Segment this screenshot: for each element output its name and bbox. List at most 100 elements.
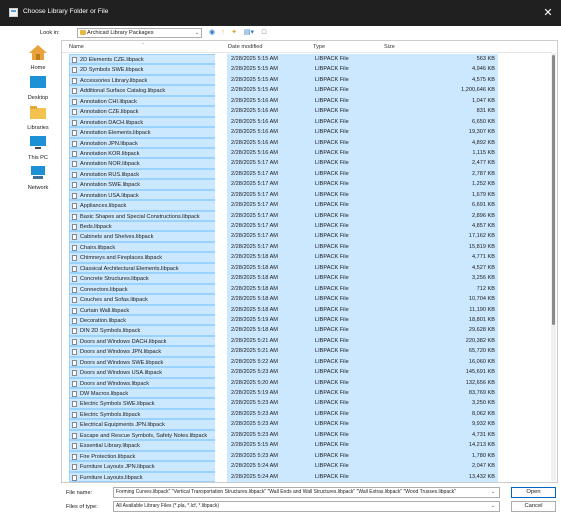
column-name[interactable]: Name <box>69 44 84 50</box>
file-row[interactable]: Furniture Layouts.libpack 2/28/2025 5:24 … <box>69 471 501 482</box>
file-row[interactable]: Curtain Wall.libpack 2/28/2025 5:18 AM LIB… <box>69 304 501 315</box>
preview-button[interactable]: □ <box>259 28 269 38</box>
file-row[interactable]: Connectors.libpack 2/28/2025 5:18 AM LIBPA… <box>69 283 501 295</box>
file-date-cell: 2/28/2025 5:15 AM <box>227 74 311 86</box>
file-name-cell: Annotation Elements.libpack <box>69 127 215 138</box>
file-icon <box>72 276 77 283</box>
file-row[interactable]: Classical Architectural Elements.libpack… <box>69 262 501 274</box>
file-row[interactable]: Annotation SWE.libpack 2/28/2025 5:17 AM L… <box>69 179 501 190</box>
file-row[interactable]: Doors and Windows JPN.libpack 2/28/2025 5… <box>69 346 501 357</box>
file-row[interactable]: Annotation DACH.libpack 2/28/2025 5:16 AM… <box>69 116 501 128</box>
file-date-cell: 2/28/2025 5:15 AM <box>227 64 311 75</box>
place-desktop[interactable]: Desktop <box>22 74 54 101</box>
close-button[interactable]: ✕ <box>535 0 561 26</box>
file-row[interactable]: Annotation Elements.libpack 2/28/2025 5:1… <box>69 127 501 138</box>
file-date-cell: 2/28/2025 5:23 AM <box>227 429 311 441</box>
file-row[interactable]: Fire Protection.libpack 2/28/2025 5:23 AM… <box>69 450 501 462</box>
file-row[interactable]: Electric Symbols SWE.libpack 2/28/2025 5:… <box>69 398 501 409</box>
file-name-cell: Annotation CZE.libpack <box>69 106 215 117</box>
file-row[interactable]: Doors and Windows SWE.libpack 2/28/2025 5… <box>69 356 501 368</box>
file-icon <box>72 161 77 168</box>
file-list[interactable]: ^ Name Date modified Type Size 2D Elemen… <box>61 40 558 483</box>
file-name-text: Annotation NOR.libpack <box>80 161 140 168</box>
up-folder-button[interactable]: ↑ <box>218 28 228 38</box>
file-row[interactable]: Concrete Structures.libpack 2/28/2025 5:1… <box>69 273 501 284</box>
file-size-cell: 18,801 KB <box>385 314 498 326</box>
vertical-scrollbar[interactable] <box>551 53 556 481</box>
file-row[interactable]: Essential Library.libpack 2/28/2025 5:15 … <box>69 440 501 451</box>
file-name-text: Escape and Rescue Symbols, Safety Notes.… <box>80 432 208 439</box>
place-libraries[interactable]: Libraries <box>22 104 54 131</box>
file-size-cell: 1,252 KB <box>385 179 498 190</box>
file-row[interactable]: DW Macros.libpack 2/28/2025 5:19 AM LIBPAC… <box>69 388 501 399</box>
open-button[interactable]: Open <box>511 487 556 498</box>
chevron-down-icon[interactable]: ⌄ <box>491 501 495 512</box>
chevron-down-icon[interactable]: ⌄ <box>491 487 495 498</box>
column-type[interactable]: Type <box>313 44 325 50</box>
file-row[interactable]: Annotation KOR.libpack 2/28/2025 5:16 AM L… <box>69 147 501 159</box>
column-date-modified[interactable]: Date modified <box>228 44 263 50</box>
file-type-cell: LIBPACK File <box>311 440 385 451</box>
file-date-cell: 2/28/2025 5:16 AM <box>227 106 311 117</box>
file-size-cell: 712 KB <box>385 283 498 295</box>
place-network[interactable]: Network <box>22 164 54 191</box>
file-row[interactable]: Cabinets and Shelves.libpack 2/28/2025 5:… <box>69 231 501 242</box>
file-size-cell: 4,771 KB <box>385 252 498 263</box>
file-row[interactable]: Chairs.libpack 2/28/2025 5:17 AM LIBPACK F… <box>69 241 501 253</box>
file-row[interactable]: Furniture Layouts JPN.libpack 2/28/2025 5… <box>69 461 501 472</box>
file-name-input[interactable]: Forming Curves.libpack" "Vertical Transp… <box>113 487 500 498</box>
place-home[interactable]: Home <box>22 44 54 71</box>
file-row[interactable]: DIN 2D Symbols.libpack 2/28/2025 5:18 AM L… <box>69 325 501 336</box>
file-row[interactable]: Appliances.libpack 2/28/2025 5:17 AM LIBPA… <box>69 200 501 211</box>
back-button[interactable]: ◉ <box>207 28 217 38</box>
view-menu-button[interactable]: ▤▾ <box>242 28 256 38</box>
file-row[interactable]: Annotation JPN.libpack 2/28/2025 5:16 AM L… <box>69 137 501 148</box>
file-size-cell: 1,780 KB <box>385 450 498 462</box>
file-date-cell: 2/28/2025 5:23 AM <box>227 398 311 409</box>
file-row[interactable]: Doors and Windows DACH.libpack 2/28/2025 … <box>69 335 501 347</box>
file-row[interactable]: Doors and Windows.libpack 2/28/2025 5:20 … <box>69 377 501 388</box>
cancel-button[interactable]: Cancel <box>511 501 556 512</box>
place-label: This PC <box>28 155 48 161</box>
file-row[interactable]: Beds.libpack 2/28/2025 5:17 AM LIBPACK Fil… <box>69 221 501 232</box>
file-row[interactable]: Electric Symbols.libpack 2/28/2025 5:23 A… <box>69 408 501 420</box>
file-type-cell: LIBPACK File <box>311 127 385 138</box>
file-date-cell: 2/28/2025 5:16 AM <box>227 116 311 128</box>
file-type-cell: LIBPACK File <box>311 158 385 169</box>
file-row[interactable]: Accessories Library.libpack 2/28/2025 5:1… <box>69 74 501 86</box>
file-name-text: Electric Symbols.libpack <box>80 411 141 418</box>
file-row[interactable]: 2D Elements CZE.libpack 2/28/2025 5:15 AM… <box>69 54 501 65</box>
chevron-down-icon[interactable]: ⌄ <box>195 28 199 38</box>
file-row[interactable]: Additional Surface Catalog.libpack 2/28/2… <box>69 85 501 96</box>
look-in-select[interactable]: Archicad Library Packages <box>77 28 202 38</box>
file-row[interactable]: Chimneys and Fireplaces.libpack 2/28/2025… <box>69 252 501 263</box>
place-this-pc[interactable]: This PC <box>22 134 54 161</box>
file-type-cell: LIBPACK File <box>311 429 385 441</box>
file-row[interactable]: Annotation CZE.libpack 2/28/2025 5:16 AM L… <box>69 106 501 117</box>
file-row[interactable]: Basic Shapes and Special Constructions.l… <box>69 210 501 221</box>
file-date-cell: 2/28/2025 5:16 AM <box>227 147 311 159</box>
file-type-cell: LIBPACK File <box>311 356 385 368</box>
file-name-cell: Annotation CHI.libpack <box>69 95 215 107</box>
file-row[interactable]: Furniture Macros.libpack 2/28/2025 5:17 A… <box>69 481 501 482</box>
file-row[interactable]: Annotation USA.libpack 2/28/2025 5:17 AM L… <box>69 189 501 201</box>
file-row[interactable]: 2D Symbols SWE.libpack 2/28/2025 5:15 AM L… <box>69 64 501 75</box>
file-type-cell: LIBPACK File <box>311 241 385 253</box>
file-icon <box>72 422 77 429</box>
file-date-cell: 2/28/2025 5:23 AM <box>227 408 311 420</box>
file-row[interactable]: Annotation CHI.libpack 2/28/2025 5:16 AM L… <box>69 95 501 107</box>
file-row[interactable]: Escape and Rescue Symbols, Safety Notes.… <box>69 429 501 441</box>
file-row[interactable]: Couches and Sofas.libpack 2/28/2025 5:18 … <box>69 294 501 305</box>
file-date-cell: 2/28/2025 5:24 AM <box>227 471 311 482</box>
new-folder-button[interactable]: ✦ <box>229 28 239 38</box>
file-type-select[interactable]: All Available Library Files (*.pla, *.lc… <box>113 501 500 512</box>
file-type-cell: LIBPACK File <box>311 147 385 159</box>
file-row[interactable]: Annotation RUS.libpack 2/28/2025 5:17 AM L… <box>69 168 501 180</box>
file-row[interactable]: Doors and Windows USA.libpack 2/28/2025 5… <box>69 367 501 378</box>
column-size[interactable]: Size <box>384 44 395 50</box>
file-row[interactable]: Annotation NOR.libpack 2/28/2025 5:17 AM L… <box>69 158 501 169</box>
file-row[interactable]: Decoration.libpack 2/28/2025 5:19 AM LIBPA… <box>69 314 501 326</box>
file-size-cell: 8,062 KB <box>385 408 498 420</box>
scroll-thumb[interactable] <box>552 55 555 325</box>
file-row[interactable]: Electrical Equipments JPN.libpack 2/28/20… <box>69 419 501 430</box>
